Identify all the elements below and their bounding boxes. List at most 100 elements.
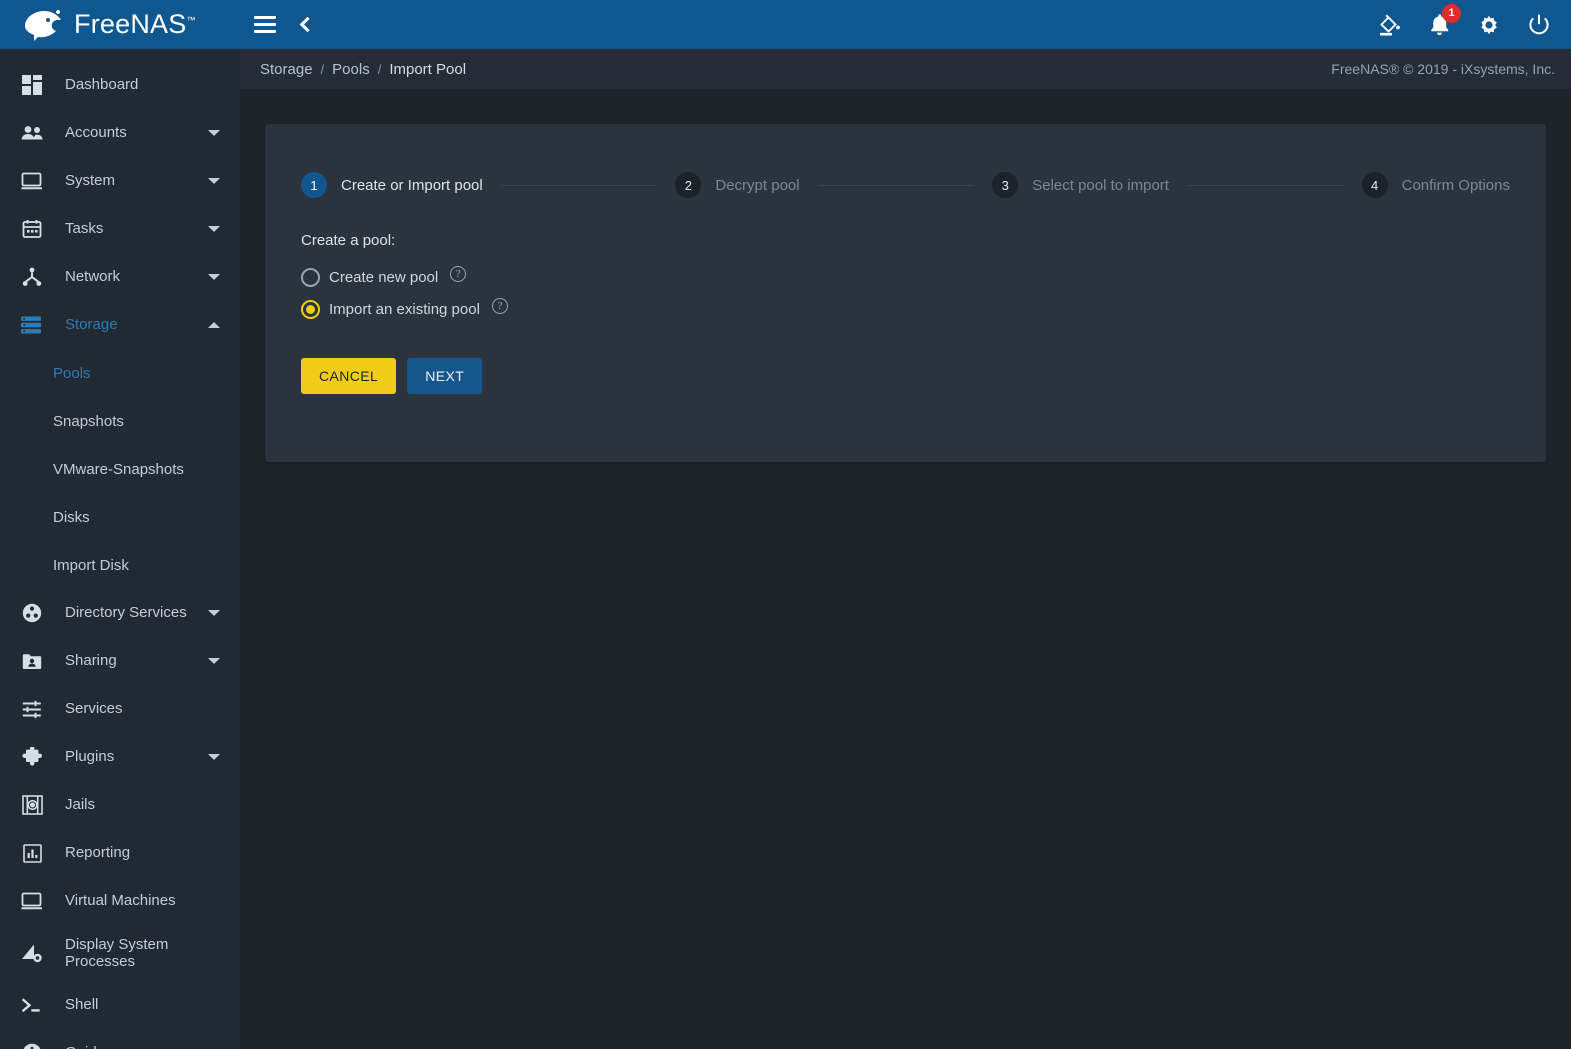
stepper-connector — [500, 184, 658, 186]
wizard-step-4[interactable]: 4 Confirm Options — [1361, 172, 1510, 198]
wizard-actions: CANCEL NEXT — [301, 358, 1510, 404]
monitor-icon — [12, 892, 52, 910]
breadcrumb-item-import-pool: Import Pool — [389, 60, 467, 78]
form-legend: Create a pool: — [301, 232, 396, 249]
gear-icon[interactable] — [1477, 13, 1501, 37]
step-label: Create or Import pool — [341, 176, 483, 194]
top-toolbar: 1 — [240, 0, 1571, 49]
dashboard-icon — [12, 74, 52, 96]
directory-icon — [12, 603, 52, 623]
sidebar-item-label: Shell — [65, 996, 99, 1014]
main-area: 1 Storage / Pools / Import Pool FreeNAS®… — [240, 0, 1571, 1049]
sidebar-item-snapshots[interactable]: Snapshots — [0, 397, 240, 445]
radio-label: Create new pool — [329, 269, 439, 286]
copyright-text: FreeNAS® © 2019 - iXsystems, Inc. — [1331, 61, 1555, 77]
sidebar-item-reporting[interactable]: Reporting — [0, 829, 240, 877]
radio-option-import-existing-pool[interactable]: Import an existing pool ? — [301, 298, 1510, 321]
sidebar-item-label: Guide — [52, 1044, 224, 1049]
sidebar-item-shell[interactable]: Shell — [0, 981, 240, 1029]
brand-trademark: ™ — [186, 15, 196, 25]
terminal-icon — [12, 997, 52, 1014]
sidebar-item-label: Jails — [65, 796, 96, 814]
monitor-icon — [12, 172, 52, 190]
chevron-down-icon[interactable] — [208, 610, 220, 616]
wizard-stepper: 1 Create or Import pool 2 Decrypt pool 3… — [265, 124, 1546, 198]
paint-bucket-icon[interactable] — [1377, 12, 1402, 37]
puzzle-icon — [12, 746, 52, 768]
sidebar-item-label: Tasks — [65, 220, 104, 238]
sidebar-item-tasks[interactable]: Tasks — [0, 205, 240, 253]
jail-icon — [12, 795, 52, 815]
chevron-down-icon[interactable] — [208, 178, 220, 184]
radio-option-create-new-pool[interactable]: Create new pool ? — [301, 266, 1510, 289]
sidebar-nav: Dashboard Accounts System Tasks Network … — [0, 49, 240, 1049]
radio-button-checked[interactable] — [301, 300, 320, 319]
stepper-connector — [1186, 184, 1344, 186]
sidebar-item-vmware-snapshots[interactable]: VMware-Snapshots — [0, 445, 240, 493]
chevron-left-icon[interactable] — [299, 16, 316, 33]
sidebar-item-directory-services[interactable]: Directory Services — [0, 589, 240, 637]
sidebar-item-import-disk[interactable]: Import Disk — [0, 541, 240, 589]
help-icon[interactable]: ? — [450, 266, 467, 282]
cancel-button[interactable]: CANCEL — [301, 358, 397, 394]
brand-logo-area[interactable]: FreeNAS™ — [0, 0, 240, 49]
sidebar-item-accounts[interactable]: Accounts — [0, 109, 240, 157]
chevron-down-icon[interactable] — [208, 274, 220, 280]
hamburger-icon[interactable] — [254, 16, 276, 33]
step-number: 1 — [301, 172, 327, 198]
sidebar-item-services[interactable]: Services — [0, 685, 240, 733]
stepper-connector — [817, 184, 975, 186]
chevron-down-icon[interactable] — [208, 754, 220, 760]
toolbar-left-group — [254, 16, 316, 33]
sidebar-item-virtual-machines[interactable]: Virtual Machines — [0, 877, 240, 925]
wizard-step-1[interactable]: 1 Create or Import pool — [301, 172, 483, 198]
sidebar-item-label: Network — [65, 268, 121, 286]
sidebar-item-pools[interactable]: Pools — [0, 349, 240, 397]
sidebar-item-label: Storage — [65, 316, 118, 334]
wizard-step-3[interactable]: 3 Select pool to import — [992, 172, 1169, 198]
sidebar-item-plugins[interactable]: Plugins — [0, 733, 240, 781]
chevron-down-icon[interactable] — [208, 226, 220, 232]
sliders-icon — [12, 700, 52, 719]
people-icon — [12, 125, 52, 141]
step-number: 2 — [675, 172, 702, 198]
sidebar-item-label: Services — [65, 700, 123, 718]
step-label: Decrypt pool — [715, 176, 800, 194]
sidebar-item-label: Reporting — [65, 844, 131, 862]
next-button[interactable]: NEXT — [407, 358, 483, 394]
power-icon[interactable] — [1527, 13, 1551, 37]
chevron-down-icon[interactable] — [208, 658, 220, 664]
sidebar-item-jails[interactable]: Jails — [0, 781, 240, 829]
bar-chart-icon — [12, 843, 52, 863]
sidebar-item-storage[interactable]: Storage — [0, 301, 240, 349]
sidebar-item-sharing[interactable]: Sharing — [0, 637, 240, 685]
sidebar-item-disks[interactable]: Disks — [0, 493, 240, 541]
sidebar-subitem-label: VMware-Snapshots — [53, 460, 184, 478]
notification-badge: 1 — [1442, 3, 1461, 23]
chevron-down-icon[interactable] — [208, 130, 220, 136]
wizard-step-2[interactable]: 2 Decrypt pool — [675, 172, 800, 198]
sidebar-item-display-system-processes[interactable]: Display System Processes — [0, 925, 240, 981]
breadcrumb-item-pools[interactable]: Pools — [332, 61, 370, 78]
sidebar-subitem-label: Disks — [53, 508, 90, 526]
sidebar-item-system[interactable]: System — [0, 157, 240, 205]
step-number: 4 — [1361, 172, 1388, 198]
help-icon[interactable]: ? — [491, 298, 508, 314]
page-content: 1 Create or Import pool 2 Decrypt pool 3… — [240, 89, 1571, 1049]
sidebar-item-label: Sharing — [65, 652, 117, 670]
radio-button-unchecked[interactable] — [301, 268, 320, 287]
brand-name: FreeNAS™ — [74, 9, 196, 39]
chevron-up-icon[interactable] — [208, 322, 220, 328]
storage-icon — [12, 316, 52, 334]
sidebar-item-label: Plugins — [65, 748, 115, 766]
breadcrumb-item-storage[interactable]: Storage — [260, 61, 313, 78]
sidebar-item-network[interactable]: Network — [0, 253, 240, 301]
breadcrumb-separator: / — [320, 61, 325, 77]
app-root: FreeNAS™ Dashboard Accounts System Tasks… — [0, 0, 1571, 1049]
sidebar-item-label: Accounts — [65, 124, 127, 142]
sidebar-item-guide[interactable]: Guide — [0, 1029, 240, 1049]
sidebar-subitem-label: Pools — [53, 364, 91, 382]
sidebar-item-dashboard[interactable]: Dashboard — [0, 61, 240, 109]
notifications-bell-icon[interactable]: 1 — [1428, 3, 1461, 37]
create-pool-form: Create a pool: Create new pool ? Import … — [265, 198, 1546, 404]
